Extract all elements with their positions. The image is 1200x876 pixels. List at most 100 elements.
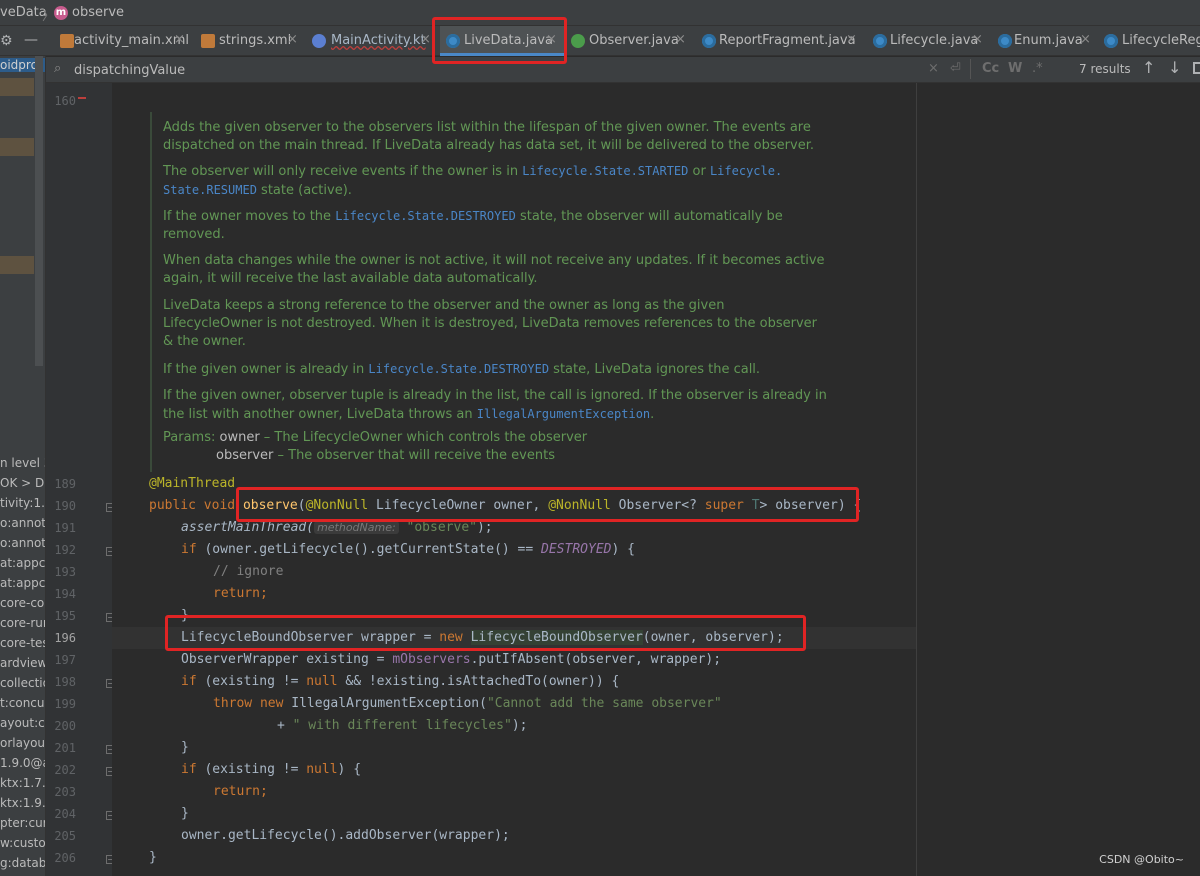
tree-highlight-row bbox=[0, 256, 34, 274]
breadcrumb: veData 〉 m observe bbox=[0, 0, 1200, 26]
doc-paragraph-3: If the owner moves to the Lifecycle.Stat… bbox=[163, 207, 783, 244]
doc-params-label: Params: bbox=[163, 430, 216, 445]
tree-item[interactable]: 1.9.0@a bbox=[0, 756, 45, 770]
doc-code-ref[interactable]: Lifecycle.State.DESTROYED bbox=[335, 209, 516, 223]
tree-item[interactable]: at:appco bbox=[0, 576, 45, 590]
tab-enum-java[interactable]: Enum.java × bbox=[996, 26, 1096, 56]
code-line-206: } bbox=[149, 850, 157, 865]
tab-label: LifecycleRegis bbox=[1122, 33, 1200, 48]
tree-item[interactable]: ktx:1.9.0 bbox=[0, 796, 45, 810]
select-all-occurrences-icon[interactable] bbox=[1193, 62, 1200, 74]
tree-item[interactable]: g:datab bbox=[0, 856, 45, 870]
tree-item[interactable]: core-run bbox=[0, 616, 45, 630]
next-occurrence-icon[interactable]: ↓ bbox=[1168, 58, 1181, 77]
doc-text: The observer will only receive events if… bbox=[163, 164, 523, 179]
doc-text: . bbox=[650, 407, 655, 422]
java-class-icon bbox=[702, 34, 716, 48]
editor-tab-bar: ⚙ — activity_main.xml × strings.xml × Ma… bbox=[0, 26, 1200, 56]
tree-item[interactable]: o:annota bbox=[0, 536, 45, 550]
tree-item[interactable]: core-cor bbox=[0, 596, 45, 610]
tree-item[interactable]: pter:cur bbox=[0, 816, 45, 830]
tab-mainactivity-kt[interactable]: MainActivity.kt × bbox=[312, 26, 432, 56]
close-icon[interactable]: × bbox=[1080, 32, 1091, 47]
doc-text: If the owner moves to the bbox=[163, 209, 336, 224]
gear-icon[interactable]: ⚙ bbox=[0, 33, 13, 49]
tree-item[interactable]: tivity:1.6. bbox=[0, 496, 45, 510]
code-line-198: if (existing != null && !existing.isAtta… bbox=[181, 674, 620, 689]
doc-code-ref[interactable]: IllegalArgumentException bbox=[477, 407, 650, 421]
doc-line: If the given owner, observer tuple is al… bbox=[163, 388, 827, 403]
tab-lifecycleregistry-java[interactable]: LifecycleRegis bbox=[1104, 26, 1200, 56]
line-number: 197 bbox=[54, 653, 76, 667]
line-number: 190 bbox=[54, 499, 76, 513]
editor-gutter: 160 189 190 191 192 193 194 195 196 197 … bbox=[46, 83, 115, 876]
tree-highlight-row bbox=[0, 138, 34, 156]
tree-item[interactable]: ayout:co bbox=[0, 716, 45, 730]
tree-item[interactable]: ktx:1.7.0 bbox=[0, 776, 45, 790]
match-case-toggle[interactable]: Cc bbox=[982, 61, 999, 76]
previous-occurrence-icon[interactable]: ↑ bbox=[1142, 58, 1155, 77]
close-icon[interactable]: × bbox=[675, 32, 686, 47]
doc-line: When data changes while the owner is not… bbox=[163, 253, 825, 268]
right-margin-guide bbox=[916, 83, 917, 876]
code-line-199: throw new IllegalArgumentException("Cann… bbox=[213, 696, 722, 711]
tree-item[interactable]: n level 3 bbox=[0, 456, 45, 470]
doc-code-ref[interactable]: Lifecycle. bbox=[710, 164, 782, 178]
doc-text: state, the observer will automatically b… bbox=[515, 209, 783, 224]
code-line-200: + " with different lifecycles"); bbox=[277, 718, 528, 733]
newline-icon[interactable]: ⏎ bbox=[950, 61, 961, 76]
line-number: 200 bbox=[54, 719, 76, 733]
panel-scrollbar[interactable] bbox=[35, 56, 43, 366]
tree-item[interactable]: o:annota bbox=[0, 516, 45, 530]
breadcrumb-class[interactable]: veData bbox=[0, 5, 47, 20]
doc-paragraph-6: If the given owner is already in Lifecyc… bbox=[163, 360, 760, 379]
line-number: 160 bbox=[54, 94, 76, 108]
highlight-box-wrapper-line bbox=[165, 615, 806, 651]
search-results-count: 7 results bbox=[1079, 62, 1131, 76]
doc-code-ref[interactable]: State.RESUMED bbox=[163, 183, 257, 197]
tab-strings-xml[interactable]: strings.xml × bbox=[199, 26, 303, 56]
code-line-194: return; bbox=[213, 586, 268, 601]
java-interface-icon bbox=[571, 34, 585, 48]
java-class-icon bbox=[873, 34, 887, 48]
clear-search-icon[interactable]: × bbox=[928, 61, 939, 76]
whole-word-toggle[interactable]: W bbox=[1008, 61, 1022, 76]
doc-code-ref[interactable]: Lifecycle.State.STARTED bbox=[522, 164, 688, 178]
doc-text: If the given owner is already in bbox=[163, 362, 369, 377]
method-icon: m bbox=[54, 6, 68, 20]
doc-code-ref[interactable]: Lifecycle.State.DESTROYED bbox=[368, 362, 549, 376]
param-desc: – The LifecycleOwner which controls the … bbox=[259, 430, 588, 445]
tree-item[interactable]: at:appco bbox=[0, 556, 45, 570]
doc-params: Params: owner – The LifecycleOwner which… bbox=[163, 429, 587, 465]
line-number: 203 bbox=[54, 785, 76, 799]
tab-label: Lifecycle.java bbox=[890, 33, 979, 48]
divider bbox=[970, 59, 971, 79]
close-icon[interactable]: × bbox=[972, 32, 983, 47]
breadcrumb-method[interactable]: observe bbox=[72, 5, 124, 20]
doc-text: state (active). bbox=[256, 183, 352, 198]
tab-reportfragment-java[interactable]: ReportFragment.java × bbox=[700, 26, 860, 56]
code-editor[interactable] bbox=[112, 83, 1200, 876]
tree-item[interactable]: core-tes bbox=[0, 636, 45, 650]
tree-item[interactable]: orlayout bbox=[0, 736, 45, 750]
close-icon[interactable]: × bbox=[420, 32, 431, 47]
close-icon[interactable]: × bbox=[846, 32, 857, 47]
tree-item[interactable]: ardview bbox=[0, 656, 45, 670]
tab-activity-main-xml[interactable]: activity_main.xml × bbox=[56, 26, 189, 56]
close-icon[interactable]: × bbox=[287, 32, 298, 47]
project-panel[interactable]: oidproj n level 3 OK > D:\ tivity:1.6. o… bbox=[0, 56, 46, 876]
tree-item[interactable]: w:custor bbox=[0, 836, 45, 850]
tab-observer-java[interactable]: Observer.java × bbox=[571, 26, 689, 56]
minimize-icon[interactable]: — bbox=[24, 32, 38, 48]
code-line-203: return; bbox=[213, 784, 268, 799]
tab-lifecycle-java[interactable]: Lifecycle.java × bbox=[871, 26, 986, 56]
line-number: 192 bbox=[54, 543, 76, 557]
close-icon[interactable]: × bbox=[174, 32, 185, 47]
tree-item[interactable]: t:concur bbox=[0, 696, 45, 710]
tree-item[interactable]: OK > D:\ bbox=[0, 476, 45, 490]
regex-toggle[interactable]: .* bbox=[1032, 61, 1043, 76]
tree-item[interactable]: collection bbox=[0, 676, 45, 690]
code-line-192: if (owner.getLifecycle().getCurrentState… bbox=[181, 542, 635, 557]
line-number: 196 bbox=[54, 631, 76, 645]
search-icon[interactable]: ⌕ bbox=[54, 61, 61, 76]
